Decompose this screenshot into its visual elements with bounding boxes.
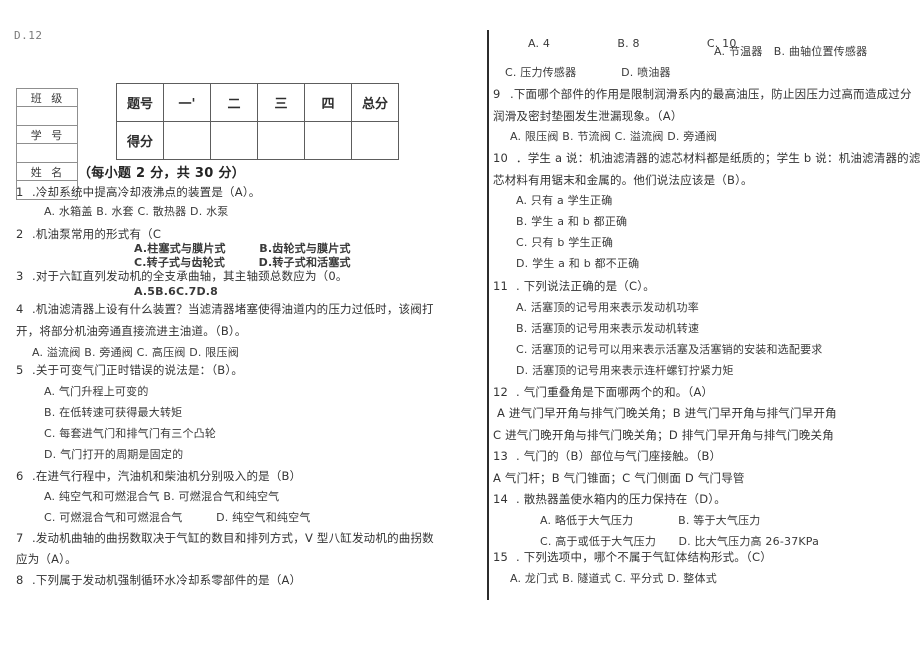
question-options-14b: C. 高于或低于大气压力 D. 比大气压力高 26-37KPa <box>540 535 820 548</box>
question-text-4: .机油滤清器上设有什么装置？当滤清器堵塞使得油道内的压力过低时，该阀打 <box>32 302 434 316</box>
question-text-12: . 气门重叠角是下面哪两个的和。（A） <box>516 385 714 399</box>
carryover-options-sensor: C. 压力传感器 D. 喷油器 <box>505 66 671 79</box>
question-options-12a: A 进气门早开角与排气门晚关角；B 进气门早开角与排气门早开角 <box>497 406 837 420</box>
question-text-1: .冷却系统中提高冷却液沸点的装置是（A）。 <box>32 185 261 199</box>
table-row <box>16 106 78 126</box>
question-option-11d: D. 活塞顶的记号用来表示连杆螺钉拧紧力矩 <box>516 364 734 377</box>
question-text-10: ．学生 a 说：机油滤清器的滤芯材料都是纸质的；学生 b 说：机油滤清器的滤 <box>516 151 920 165</box>
score-row-label-score: 得分 <box>116 121 164 160</box>
question-number-11: 11 <box>493 279 509 293</box>
question-option-10b: B. 学生 a 和 b 都正确 <box>516 215 628 228</box>
question-number-7: 7 <box>16 531 24 545</box>
question-text-4-cont: 开，将部分机油旁通直接流进主油道。（B）。 <box>16 324 247 338</box>
question-text-3: .对于六缸直列发动机的全支承曲轴，其主轴颈总数应为（0。 <box>32 269 348 283</box>
stray-text-fragment: D.12 <box>14 29 43 42</box>
id-value-student-no[interactable] <box>16 143 78 163</box>
score-cell-4[interactable] <box>304 121 352 160</box>
question-option-10c: C. 只有 b 学生正确 <box>516 236 614 249</box>
question-options-2a: A.柱塞式与膜片式 B.齿轮式与膜片式 <box>134 242 351 255</box>
score-col-header-3: 三 <box>257 83 305 122</box>
score-col-header-4: 四 <box>304 83 352 122</box>
question-option-11a: A. 活塞顶的记号用来表示发动机功率 <box>516 301 699 314</box>
question-number-1: 1 <box>16 185 24 199</box>
question-number-13: 13 <box>493 449 509 463</box>
column-divider-line <box>487 30 489 600</box>
question-number-12: 12 <box>493 385 509 399</box>
score-col-header-2: 二 <box>210 83 258 122</box>
question-option-5d: D. 气门打开的周期是固定的 <box>44 448 184 461</box>
question-number-6: 6 <box>16 469 24 483</box>
question-number-15: 15 <box>493 550 509 564</box>
score-cell-2[interactable] <box>210 121 258 160</box>
question-options-15: A. 龙门式 B. 隧道式 C. 平分式 D. 整体式 <box>510 572 717 585</box>
student-identity-table: 班 级 学 号 姓 名 <box>16 88 78 200</box>
question-options-1: A. 水箱盖 B. 水套 C. 散热器 D. 水泵 <box>44 205 229 218</box>
question-text-9: .下面哪个部件的作用是限制润滑系内的最高油压，防止因压力过高而造成过分 <box>510 87 912 101</box>
question-number-2: 2 <box>16 227 24 241</box>
id-label-class: 班 级 <box>16 88 78 107</box>
question-text-9-cont: 润滑及密封垫圈发生泄漏现象。（A） <box>493 109 683 123</box>
score-cell-total[interactable] <box>351 121 399 160</box>
question-option-5a: A. 气门升程上可变的 <box>44 385 149 398</box>
score-row-label-question-no: 题号 <box>116 83 164 122</box>
question-number-4: 4 <box>16 302 24 316</box>
question-option-6b: C. 可燃混合气和可燃混合气 D. 纯空气和纯空气 <box>44 511 311 524</box>
question-text-11: . 下列说法正确的是（C）。 <box>516 279 655 293</box>
table-row <box>16 143 78 163</box>
question-option-5c: C. 每套进气门和排气门有三个凸轮 <box>44 427 217 440</box>
question-options-13: A 气门杆；B 气门锥面；C 气门侧面 D 气门导管 <box>493 471 745 485</box>
score-cell-3[interactable] <box>257 121 305 160</box>
question-text-15: . 下列选项中，哪个不属于气缸体结构形式。（C） <box>516 550 772 564</box>
question-text-14: . 散热器盖使水箱内的压力保持在（D）。 <box>516 492 726 506</box>
table-row: 学 号 <box>16 125 78 144</box>
question-option-6a: A. 纯空气和可燃混合气 B. 可燃混合气和纯空气 <box>44 490 280 503</box>
question-number-8: 8 <box>16 573 24 587</box>
exam-paper-page: D.12 班 级 学 号 姓 名 题号 一' 二 三 四 总分 得分 （每小题 … <box>0 0 920 651</box>
question-options-4: A. 溢流阀 B. 旁通阀 C. 高压阀 D. 限压阀 <box>32 346 239 359</box>
score-col-header-1: 一' <box>163 83 211 122</box>
question-text-10-cont: 芯材料有用锯末和金属的。他们说法应该是（B）。 <box>493 173 753 187</box>
question-text-8: .下列属于发动机强制循环水冷却系零部件的是（A） <box>32 573 302 587</box>
question-options-3: A.5B.6C.7D.8 <box>134 285 219 298</box>
question-number-3: 3 <box>16 269 24 283</box>
question-option-11c: C. 活塞顶的记号可以用来表示活塞及活塞销的安装和选配要求 <box>516 343 823 356</box>
question-number-10: 10 <box>493 151 509 165</box>
question-options-2b: C.转子式与齿轮式 D.转子式和活塞式 <box>134 256 351 269</box>
table-row: 姓 名 <box>16 162 78 181</box>
table-row-question-numbers: 题号 一' 二 三 四 总分 <box>116 83 399 122</box>
id-value-class[interactable] <box>16 106 78 126</box>
section-heading: （每小题 2 分，共 30 分） <box>78 166 246 181</box>
question-text-5: .关于可变气门正时错误的说法是：（B）。 <box>32 363 244 377</box>
question-options-14a: A. 略低于大气压力 B. 等于大气压力 <box>540 514 761 527</box>
table-row: 班 级 <box>16 88 78 107</box>
id-label-student-no: 学 号 <box>16 125 78 144</box>
table-row-scores: 得分 <box>116 121 399 160</box>
question-text-7: .发动机曲轴的曲拐数取决于气缸的数目和排列方式，V 型八缸发动机的曲拐数 <box>32 531 434 545</box>
question-option-5b: B. 在低转速可获得最大转矩 <box>44 406 183 419</box>
question-text-6: .在进气行程中，汽油机和柴油机分别吸入的是（B） <box>32 469 302 483</box>
score-col-header-total: 总分 <box>351 83 399 122</box>
question-option-10d: D. 学生 a 和 b 都不正确 <box>516 257 640 270</box>
question-text-2: .机油泵常用的形式有（C <box>32 227 162 241</box>
question-text-7-cont: 应为（A）。 <box>16 552 77 566</box>
question-options-9: A. 限压阀 B. 节流阀 C. 溢流阀 D. 旁通阀 <box>510 130 717 143</box>
id-label-name: 姓 名 <box>16 162 78 181</box>
question-number-5: 5 <box>16 363 24 377</box>
question-option-11b: B. 活塞顶的记号用来表示发动机转速 <box>516 322 700 335</box>
question-number-14: 14 <box>493 492 509 506</box>
carryover-options-thermostat: A. 节温器 B. 曲轴位置传感器 <box>714 45 868 58</box>
score-cell-1[interactable] <box>163 121 211 160</box>
question-options-12b: C 进气门晚开角与排气门晚关角；D 排气门早开角与排气门晚关角 <box>493 428 834 442</box>
question-text-13: . 气门的（B）部位与气门座接触。（B） <box>516 449 722 463</box>
score-table: 题号 一' 二 三 四 总分 得分 <box>116 83 399 160</box>
carryover-options-abc: A. 4 B. 8 C. 10 <box>528 37 737 50</box>
question-option-10a: A. 只有 a 学生正确 <box>516 194 613 207</box>
question-number-9: 9 <box>493 87 501 101</box>
